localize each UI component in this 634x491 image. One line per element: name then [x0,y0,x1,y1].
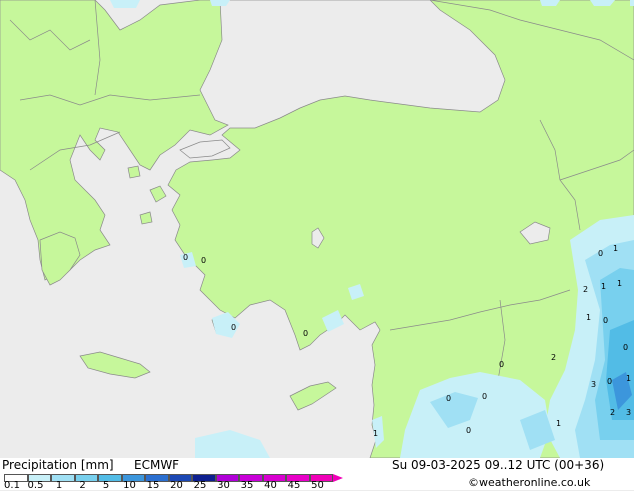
legend-bar: Precipitation [mm] ECMWF Su 09-03-2025 0… [0,458,634,491]
map-label: 1 [613,244,619,253]
map-label: 1 [586,313,592,322]
scale-tick-label: 0.1 [4,480,20,491]
map-label: 0 [499,360,505,369]
precip-title: Precipitation [mm] [2,458,114,472]
map-label: 1 [556,419,562,428]
precip-top-5 [630,0,634,6]
map-label: 0 [303,329,309,338]
map-label: 1 [617,279,623,288]
model-name: ECMWF [134,458,180,472]
map-label: 0 [607,377,613,386]
map-label: 0 [603,316,609,325]
map-label: 2 [583,285,589,294]
map-label: 0 [466,426,472,435]
map-label: 2 [551,353,557,362]
scale-tick-label: 25 [193,480,207,491]
map-label: 0 [201,256,207,265]
weather-map: 0 0 0 0 1 0 1 1 2 1 0 2 0 3 0 1 2 3 0 0 … [0,0,634,458]
scale-tick-label: 35 [240,480,254,491]
scale-tick-label: 20 [170,480,183,491]
map-label: 0 [482,392,488,401]
scale-tick-label: 30 [217,480,230,491]
map-label: 1 [601,282,607,291]
scale-tick-label: 0.5 [27,480,44,491]
map-label: 0 [446,394,452,403]
scale-tick-label: 40 [264,480,277,491]
map-label: 3 [626,408,632,417]
scale-tick-label: 2 [79,480,86,491]
map-label: 0 [231,323,237,332]
precip-top-1 [110,0,140,8]
map-label: 0 [183,253,189,262]
scale-swatch [51,474,75,482]
map-label: 0 [623,343,629,352]
map-canvas [0,0,634,458]
scale-arrow [333,474,343,482]
scale-swatch [98,474,122,482]
map-label: 2 [610,408,616,417]
scale-tick-label: 50 [311,480,324,491]
map-label: 3 [591,380,597,389]
scale-tick-label: 45 [287,480,301,491]
credit-text: ©weatheronline.co.uk [468,476,591,489]
scale-tick-label: 10 [123,480,136,491]
aegean-island-3 [127,165,141,179]
map-label: 1 [626,374,632,383]
scale-tick-label: 5 [102,480,110,491]
map-label: 1 [373,429,379,438]
scale-tick-label: 15 [146,480,160,491]
scale-tick-label: 1 [55,480,63,491]
valid-time: Su 09-03-2025 09..12 UTC (00+36) [392,458,605,472]
scale-swatch [74,474,98,482]
map-label: 0 [598,249,604,258]
